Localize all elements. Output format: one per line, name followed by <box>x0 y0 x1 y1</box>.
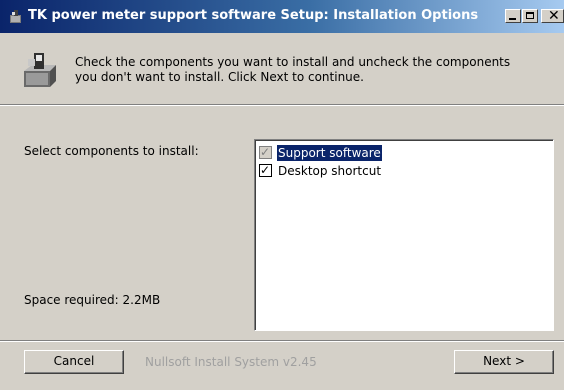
minimize-icon <box>509 18 516 20</box>
cancel-button[interactable]: Cancel <box>24 350 124 374</box>
component-label: Support software <box>277 145 382 161</box>
installer-box-icon <box>24 53 56 87</box>
header-line-2: you don't want to install. Click Next to… <box>75 70 364 84</box>
title-bar[interactable]: TK power meter support software Setup: I… <box>0 0 564 33</box>
components-list[interactable]: ✓ Support software ✓ Desktop shortcut <box>254 139 554 331</box>
checkmark-icon: ✓ <box>260 145 271 159</box>
maximize-icon <box>526 12 534 19</box>
branding-text: Nullsoft Install System v2.45 <box>145 355 317 369</box>
minimize-button[interactable] <box>505 9 521 23</box>
header-panel: Check the components you want to install… <box>0 33 564 105</box>
header-divider <box>0 104 564 106</box>
footer-divider <box>0 340 564 342</box>
component-label: Desktop shortcut <box>278 164 382 178</box>
checkmark-icon: ✓ <box>260 163 271 177</box>
maximize-button[interactable] <box>522 9 538 23</box>
window-title: TK power meter support software Setup: I… <box>28 8 479 23</box>
support-software-checkbox: ✓ <box>259 145 272 159</box>
select-components-label: Select components to install: <box>24 144 199 158</box>
header-line-1: Check the components you want to install… <box>75 55 511 69</box>
installer-app-icon <box>10 10 21 23</box>
next-button[interactable]: Next > <box>454 350 554 374</box>
space-required-label: Space required: 2.2MB <box>24 293 161 307</box>
desktop-shortcut-checkbox[interactable]: ✓ <box>259 163 272 177</box>
setup-window: TK power meter support software Setup: I… <box>0 0 564 390</box>
close-icon: ✕ <box>548 8 560 24</box>
close-button[interactable]: ✕ <box>541 8 564 24</box>
header-instructions: Check the components you want to install… <box>75 55 545 85</box>
